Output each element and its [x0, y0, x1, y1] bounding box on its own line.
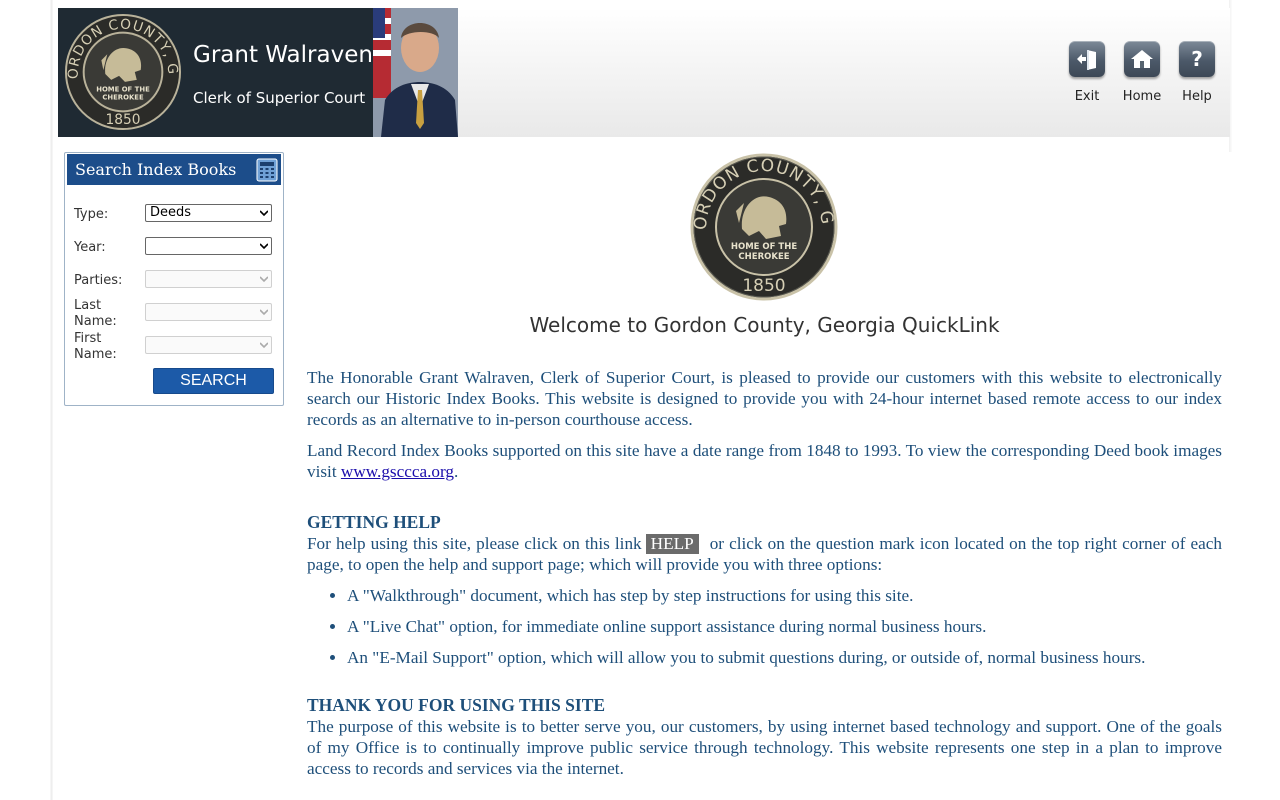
svg-text:CHEROKEE: CHEROKEE: [738, 252, 789, 262]
clerk-banner: HOME OF THE CHEROKEE GORDON COUNTY, GA. …: [58, 8, 373, 137]
exit-button[interactable]: Exit: [1059, 41, 1115, 104]
list-item: A "Live Chat" option, for immediate onli…: [347, 616, 1222, 637]
search-button[interactable]: SEARCH: [153, 368, 274, 394]
home-icon: [1124, 41, 1160, 77]
home-button[interactable]: Home: [1114, 41, 1170, 104]
exit-label: Exit: [1074, 89, 1100, 104]
date-range-paragraph: Land Record Index Books supported on thi…: [307, 440, 1222, 482]
svg-text:HOME OF THE: HOME OF THE: [731, 242, 797, 252]
last-name-label: Last Name:: [74, 298, 117, 329]
list-item: A "Walkthrough" document, which has step…: [347, 585, 1222, 606]
svg-text:CHEROKEE: CHEROKEE: [102, 94, 144, 102]
date-range-end: .: [454, 462, 459, 481]
chevron-down-icon: [260, 276, 268, 283]
help-paragraph: For help using this site, please click o…: [307, 533, 1222, 575]
list-item: An "E-Mail Support" option, which will a…: [347, 647, 1222, 668]
svg-text:?: ?: [1191, 47, 1203, 71]
thank-you-paragraph: The purpose of this website is to better…: [307, 717, 1222, 778]
year-select[interactable]: [145, 237, 272, 255]
svg-text:1850: 1850: [106, 112, 141, 128]
help-text: For help using this site, please click o…: [307, 534, 642, 553]
welcome-heading: Welcome to Gordon County, Georgia QuickL…: [529, 313, 1000, 337]
chevron-down-icon: [260, 342, 268, 349]
year-label: Year:: [74, 240, 106, 255]
chevron-down-icon: [260, 309, 268, 316]
panel-title: Search Index Books: [75, 160, 237, 179]
gsccca-link[interactable]: www.gsccca.org: [341, 462, 454, 481]
thank-you-heading: THANK YOU FOR USING THIS SITE: [307, 695, 606, 715]
help-icon: ?: [1179, 41, 1215, 77]
chevron-down-icon: [260, 210, 268, 217]
clerk-name: Grant Walraven: [193, 42, 373, 68]
county-seal-small-icon: HOME OF THE CHEROKEE GORDON COUNTY, GA. …: [64, 13, 182, 131]
last-name-select[interactable]: [145, 303, 272, 321]
search-index-panel: Search Index Books Type: Deeds Year: Par…: [64, 152, 284, 406]
home-label: Home: [1122, 89, 1162, 104]
county-seal-large-icon: HOME OF THE CHEROKEE GORDON COUNTY, GA. …: [690, 153, 838, 301]
site-header: HOME OF THE CHEROKEE GORDON COUNTY, GA. …: [58, 8, 1230, 137]
help-label: Help: [1182, 89, 1212, 104]
intro-paragraph: The Honorable Grant Walraven, Clerk of S…: [307, 368, 1222, 429]
clerk-title: Clerk of Superior Court: [193, 89, 366, 107]
svg-text:1850: 1850: [742, 276, 785, 296]
type-select[interactable]: Deeds: [145, 204, 272, 222]
exit-icon: [1069, 41, 1105, 77]
panel-header: Search Index Books: [67, 154, 281, 185]
type-select-value: Deeds: [150, 205, 192, 220]
type-label: Type:: [74, 207, 109, 222]
help-options-list: A "Walkthrough" document, which has step…: [307, 585, 1222, 668]
clerk-portrait: [373, 8, 458, 137]
chevron-down-icon: [260, 243, 268, 250]
getting-help-heading: GETTING HELP: [307, 512, 441, 532]
first-name-label: First Name:: [74, 331, 117, 362]
page-shadow-left: [50, 0, 53, 800]
first-name-select[interactable]: [145, 336, 272, 354]
parties-label: Parties:: [74, 273, 123, 288]
svg-text:HOME OF THE: HOME OF THE: [96, 86, 150, 94]
calculator-icon: [256, 158, 278, 182]
help-button[interactable]: ? Help: [1169, 41, 1225, 104]
help-link-badge[interactable]: HELP: [645, 534, 699, 554]
parties-select[interactable]: [145, 270, 272, 288]
main-content: The Honorable Grant Walraven, Clerk of S…: [307, 367, 1222, 779]
